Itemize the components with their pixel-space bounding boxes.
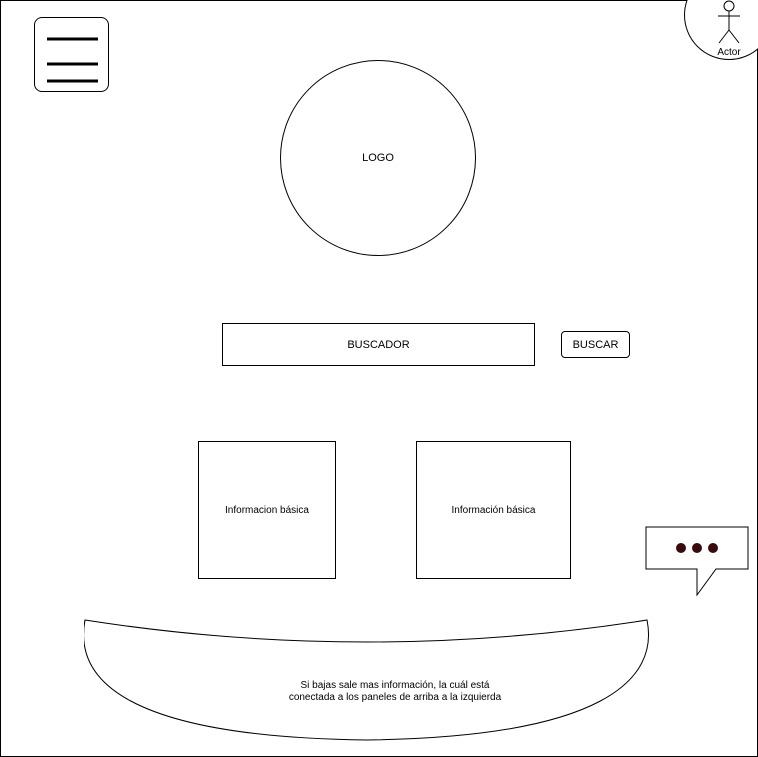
info-panel-left[interactable]: Informacion básica [198,441,336,579]
search-input[interactable]: BUSCADOR [222,323,535,366]
info-panel-label: Información básica [451,504,536,516]
info-panel-label: Informacion básica [225,504,309,516]
chat-dot [708,543,718,553]
search-input-label: BUSCADOR [347,338,410,351]
search-button-label: BUSCAR [572,338,619,351]
actor-label: Actor [717,47,741,58]
chat-dot [692,543,702,553]
logo: LOGO [280,60,476,256]
more-info-text: Si bajas sale mas información, la cuál e… [288,680,502,703]
menu-button[interactable] [34,17,109,92]
logo-label: LOGO [362,152,394,164]
info-panel-right[interactable]: Información básica [416,441,571,579]
person-icon [718,0,740,44]
chat-bubble-icon[interactable] [645,526,751,598]
hamburger-menu-icon [47,37,98,83]
search-button[interactable]: BUSCAR [561,331,630,358]
chat-dot [676,543,686,553]
